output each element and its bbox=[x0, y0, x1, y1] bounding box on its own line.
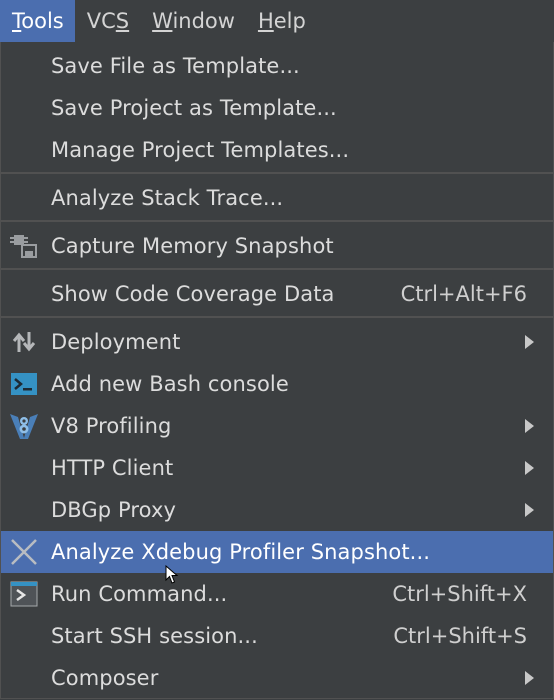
menu-item-label: Manage Project Templates... bbox=[51, 138, 350, 162]
shortcut-label: Ctrl+Alt+F6 bbox=[400, 282, 527, 306]
menu-item-label: Deployment bbox=[51, 330, 181, 354]
shortcut-label: Ctrl+Shift+X bbox=[392, 582, 527, 606]
run-command-icon bbox=[7, 577, 41, 611]
menu-item-label: Composer bbox=[51, 666, 159, 690]
menu-item-label: Show Code Coverage Data bbox=[51, 282, 335, 306]
menu-item-v8-profiling[interactable]: V8 Profiling bbox=[1, 405, 553, 447]
submenu-arrow-icon bbox=[525, 671, 534, 685]
menu-separator bbox=[1, 172, 553, 174]
menu-tools[interactable]: Tools bbox=[0, 0, 75, 42]
menu-item-analyze-stack-trace[interactable]: Analyze Stack Trace... bbox=[1, 177, 553, 219]
menu-item-save-project-as-template[interactable]: Save Project as Template... bbox=[1, 87, 553, 129]
menu-window[interactable]: Window bbox=[140, 0, 246, 42]
menu-item-deployment[interactable]: Deployment bbox=[1, 321, 553, 363]
menu-vcs-label: VCS bbox=[86, 9, 130, 33]
menu-item-http-client[interactable]: HTTP Client bbox=[1, 447, 553, 489]
menu-item-label: DBGp Proxy bbox=[51, 498, 177, 522]
menu-item-label: Start SSH session... bbox=[51, 624, 258, 648]
menu-item-label: Capture Memory Snapshot bbox=[51, 234, 334, 258]
menu-bar: Tools VCS Window Help bbox=[0, 0, 554, 42]
submenu-arrow-icon bbox=[525, 461, 534, 475]
menu-item-label: Add new Bash console bbox=[51, 372, 289, 396]
deployment-arrows-icon bbox=[7, 325, 41, 359]
menu-item-dbgp-proxy[interactable]: DBGp Proxy bbox=[1, 489, 553, 531]
menu-help-label: Help bbox=[257, 9, 306, 33]
terminal-icon bbox=[7, 367, 41, 401]
menu-item-label: HTTP Client bbox=[51, 456, 174, 480]
menu-item-label: V8 Profiling bbox=[51, 414, 172, 438]
menu-item-label: Save Project as Template... bbox=[51, 96, 337, 120]
submenu-arrow-icon bbox=[525, 335, 534, 349]
menu-item-label: Save File as Template... bbox=[51, 54, 300, 78]
menu-separator bbox=[1, 220, 553, 222]
memory-snapshot-icon bbox=[7, 229, 41, 263]
menu-item-start-ssh-session[interactable]: Start SSH session... Ctrl+Shift+S bbox=[1, 615, 553, 657]
menu-item-save-file-as-template[interactable]: Save File as Template... bbox=[1, 45, 553, 87]
xdebug-icon bbox=[7, 535, 41, 569]
tools-dropdown-menu: Save File as Template... Save Project as… bbox=[0, 42, 554, 699]
menu-item-analyze-xdebug-snapshot[interactable]: Analyze Xdebug Profiler Snapshot... bbox=[1, 531, 553, 573]
submenu-arrow-icon bbox=[525, 419, 534, 433]
mouse-cursor-icon bbox=[165, 564, 179, 589]
menu-item-manage-project-templates[interactable]: Manage Project Templates... bbox=[1, 129, 553, 171]
submenu-arrow-icon bbox=[525, 503, 534, 517]
v8-icon bbox=[7, 409, 41, 443]
shortcut-label: Ctrl+Shift+S bbox=[393, 624, 527, 648]
menu-item-label: Analyze Xdebug Profiler Snapshot... bbox=[51, 540, 431, 564]
menu-item-label: Analyze Stack Trace... bbox=[51, 186, 284, 210]
menu-item-run-command[interactable]: Run Command... Ctrl+Shift+X bbox=[1, 573, 553, 615]
menu-item-composer[interactable]: Composer bbox=[1, 657, 553, 699]
menu-window-label: Window bbox=[152, 9, 235, 33]
menu-tools-label: Tools bbox=[12, 9, 64, 33]
menu-item-label: Run Command... bbox=[51, 582, 228, 606]
menu-separator bbox=[1, 316, 553, 318]
menu-help[interactable]: Help bbox=[246, 0, 317, 42]
menu-item-capture-memory-snapshot[interactable]: Capture Memory Snapshot bbox=[1, 225, 553, 267]
menu-separator bbox=[1, 268, 553, 270]
menu-vcs[interactable]: VCS bbox=[75, 0, 140, 42]
menu-item-add-bash-console[interactable]: Add new Bash console bbox=[1, 363, 553, 405]
menu-item-show-code-coverage[interactable]: Show Code Coverage Data Ctrl+Alt+F6 bbox=[1, 273, 553, 315]
